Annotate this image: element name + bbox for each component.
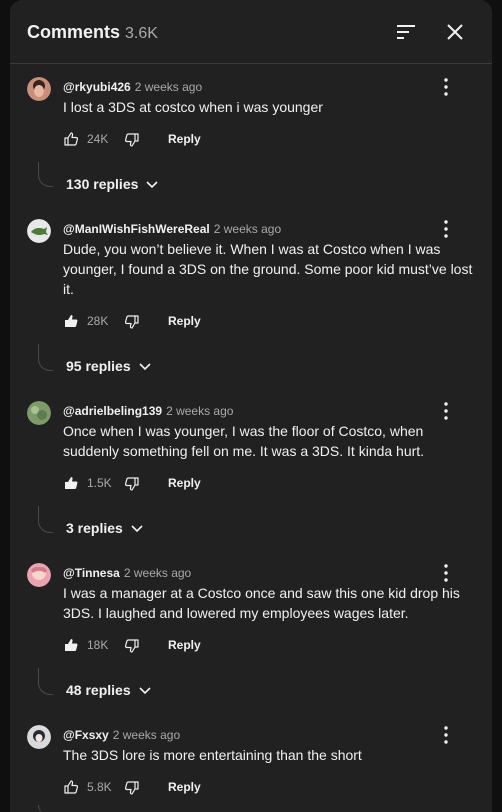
like-icon[interactable] xyxy=(63,131,79,147)
more-actions-icon[interactable] xyxy=(440,77,452,97)
comment-actions: 28K Reply xyxy=(63,313,363,333)
comments-count: 3.6K xyxy=(125,25,158,42)
author-handle[interactable]: @Fxsxy xyxy=(63,728,109,742)
chevron-down-icon xyxy=(131,525,143,532)
comment-text: The 3DS lore is more entertaining than t… xyxy=(63,747,362,763)
thread-line xyxy=(38,344,53,371)
reply-button[interactable]: Reply xyxy=(168,132,201,146)
comment-text: Dude, you won’t believe it. When I was a… xyxy=(63,241,473,297)
reply-button[interactable]: Reply xyxy=(168,780,201,794)
comment-author: @adrielbeling139 2 weeks ago xyxy=(63,404,233,418)
more-actions-icon[interactable] xyxy=(440,725,452,745)
dislike-icon[interactable] xyxy=(124,476,140,492)
comment-text: I lost a 3DS at costco when i was younge… xyxy=(63,99,323,115)
comments-title: Comments xyxy=(27,22,121,42)
reply-button[interactable]: Reply xyxy=(168,638,201,652)
comment-time[interactable]: 2 weeks ago xyxy=(124,566,191,580)
chevron-down-icon xyxy=(139,363,151,370)
more-actions-icon[interactable] xyxy=(440,219,452,239)
comment-time[interactable]: 2 weeks ago xyxy=(135,80,202,94)
thread-line xyxy=(38,162,53,187)
reply-button[interactable]: Reply xyxy=(168,476,201,490)
like-count: 28K xyxy=(87,314,109,328)
comment-text: I was a manager at a Costco once and saw… xyxy=(63,585,460,621)
avatar[interactable] xyxy=(27,401,51,425)
comment-time[interactable]: 2 weeks ago xyxy=(214,222,281,236)
chevron-down-icon xyxy=(139,687,151,694)
like-icon-filled[interactable] xyxy=(63,313,79,329)
comment-actions: 1.5K Reply xyxy=(63,475,363,495)
replies-count: 48 replies xyxy=(66,681,131,698)
comment-author: @ManIWishFishWereReal 2 weeks ago xyxy=(63,222,281,236)
comments-panel: Comments 3.6K @rkyubi426 2 weeks ago I lo… xyxy=(10,0,492,812)
avatar[interactable] xyxy=(27,563,51,587)
replies-toggle[interactable]: 95 replies xyxy=(66,357,153,377)
comment-author: @Fxsxy 2 weeks ago xyxy=(63,728,180,742)
author-handle[interactable]: @ManIWishFishWereReal xyxy=(63,222,210,236)
replies-toggle[interactable]: 130 replies xyxy=(66,175,160,195)
replies-count: 95 replies xyxy=(66,357,131,374)
comments-header: Comments 3.6K xyxy=(10,0,492,64)
chevron-down-icon xyxy=(146,181,158,188)
comment-actions: 18K Reply xyxy=(63,637,363,657)
like-icon-filled[interactable] xyxy=(63,637,79,653)
avatar[interactable] xyxy=(27,219,51,243)
more-actions-icon[interactable] xyxy=(440,401,452,421)
comment-time[interactable]: 2 weeks ago xyxy=(166,404,233,418)
author-handle[interactable]: @adrielbeling139 xyxy=(63,404,162,418)
author-handle[interactable]: @Tinnesa xyxy=(63,566,120,580)
comment-time[interactable]: 2 weeks ago xyxy=(113,728,180,742)
thread-line xyxy=(38,805,53,812)
replies-count: 130 replies xyxy=(66,175,139,192)
avatar[interactable] xyxy=(27,77,51,101)
dislike-icon[interactable] xyxy=(124,314,140,330)
dislike-icon[interactable] xyxy=(124,132,140,148)
dislike-icon[interactable] xyxy=(124,780,140,796)
like-icon-filled[interactable] xyxy=(63,475,79,491)
close-icon[interactable] xyxy=(443,20,467,44)
replies-count: 3 replies xyxy=(66,519,123,536)
thread-line xyxy=(38,506,53,533)
thread-line xyxy=(38,668,53,695)
reply-button[interactable]: Reply xyxy=(168,314,201,328)
author-handle[interactable]: @rkyubi426 xyxy=(63,80,131,94)
replies-toggle[interactable]: 48 replies xyxy=(66,681,153,701)
comment-actions: 24K Reply xyxy=(63,131,363,151)
like-count: 18K xyxy=(87,638,109,652)
comment-actions: 5.8K Reply xyxy=(63,779,363,799)
comment-author: @Tinnesa 2 weeks ago xyxy=(63,566,191,580)
replies-toggle[interactable]: 3 replies xyxy=(66,519,145,539)
like-count: 24K xyxy=(87,132,109,146)
sort-icon[interactable] xyxy=(394,20,418,44)
like-count: 5.8K xyxy=(87,780,112,794)
comment-text: Once when I was younger, I was the floor… xyxy=(63,423,425,459)
avatar[interactable] xyxy=(27,725,51,749)
dislike-icon[interactable] xyxy=(124,638,140,654)
more-actions-icon[interactable] xyxy=(440,563,452,583)
like-count: 1.5K xyxy=(87,476,112,490)
comment-author: @rkyubi426 2 weeks ago xyxy=(63,80,202,94)
like-icon[interactable] xyxy=(63,779,79,795)
